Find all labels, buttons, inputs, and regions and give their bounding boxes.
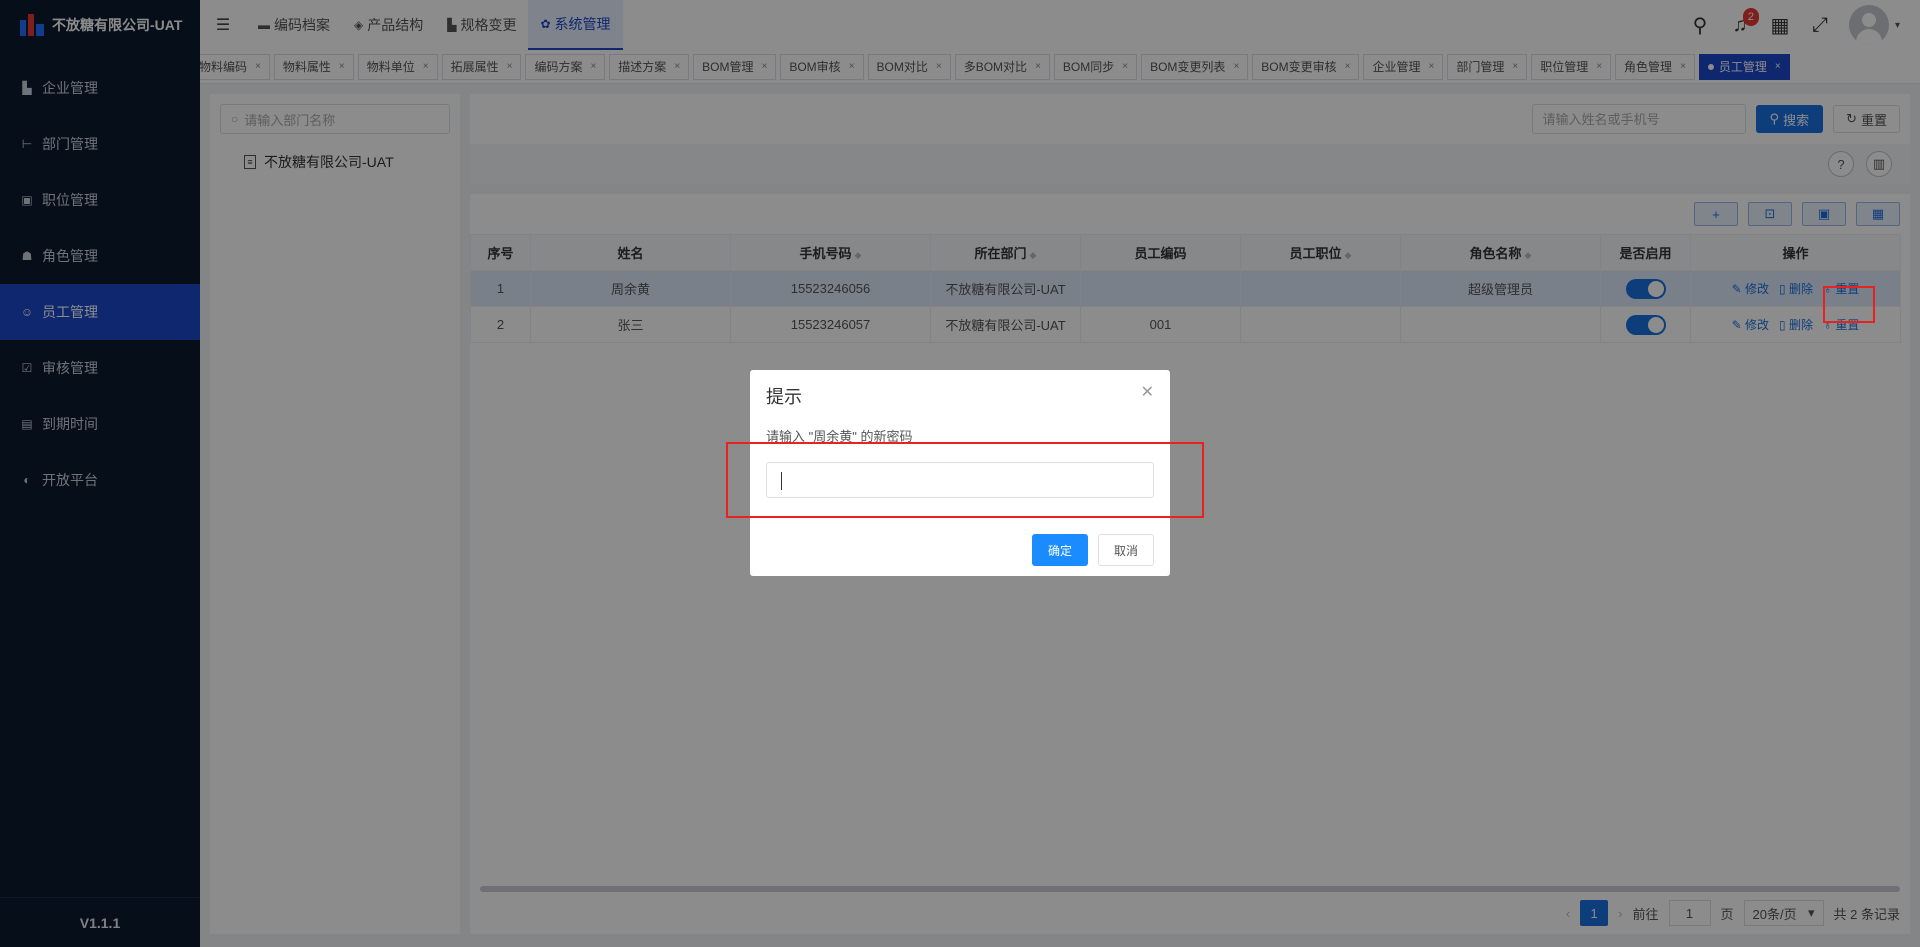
- close-icon[interactable]: ✕: [1141, 382, 1154, 402]
- highlight-box: [726, 442, 1204, 518]
- highlight-box: [1823, 286, 1875, 323]
- dialog-title: 提示: [766, 387, 802, 407]
- cancel-button[interactable]: 取消: [1098, 534, 1154, 566]
- confirm-button[interactable]: 确定: [1032, 534, 1088, 566]
